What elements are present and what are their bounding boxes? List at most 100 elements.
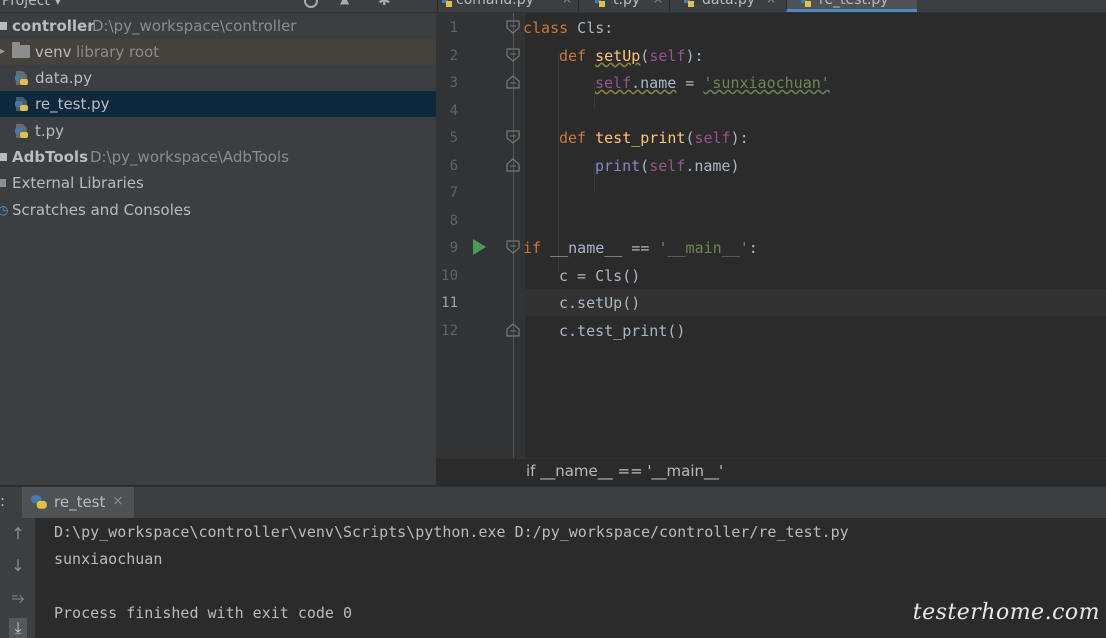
tab-comand[interactable]: comand.py × <box>437 0 578 12</box>
locate-icon[interactable] <box>304 0 318 8</box>
close-icon[interactable]: × <box>653 0 663 6</box>
breadcrumb[interactable]: if __name__ == '__main__' <box>436 458 1106 486</box>
code-line-3[interactable]: self.name = 'sunxiaochuan' <box>595 74 830 92</box>
code-text: : <box>748 239 758 257</box>
soft-wrap-icon[interactable]: ⥱ <box>9 588 27 608</box>
tree-item-label: External Libraries <box>12 174 144 192</box>
python-icon <box>31 495 47 509</box>
tree-item-controller[interactable]: controller D:\py_workspace\controller <box>0 13 436 39</box>
code-line-9[interactable]: if __name__ == '__main__': <box>523 239 758 257</box>
tree-item-external-libraries[interactable]: External Libraries <box>0 170 436 196</box>
module-icon <box>0 22 7 30</box>
fold-end-icon[interactable] <box>506 158 520 172</box>
code-text: Cls: <box>568 19 614 37</box>
scroll-to-end-icon[interactable]: ⤓ <box>9 618 27 638</box>
python-file-icon <box>801 0 811 7</box>
fold-end-icon[interactable] <box>506 323 520 337</box>
code-line-5[interactable]: def test_print(self): <box>559 129 749 147</box>
python-file-icon <box>442 0 452 7</box>
keyword: if <box>523 239 542 257</box>
tree-item-label: Scratches and Consoles <box>12 201 191 219</box>
tree-item-path: library root <box>76 43 160 61</box>
tab-label: re_test.py <box>819 0 889 8</box>
string-literal: 'sunxiaochuan' <box>703 74 830 92</box>
function-name: test_print <box>595 129 686 147</box>
code-line-2[interactable]: def setUp(self): <box>559 47 704 65</box>
run-tab-re-test[interactable]: re_test × <box>22 487 134 518</box>
fold-icon[interactable] <box>506 48 520 62</box>
code-line-6[interactable]: print(self.name) <box>595 157 740 175</box>
module-icon <box>0 153 7 161</box>
code-text: ): <box>685 47 704 65</box>
project-panel-title[interactable]: Project ▾ <box>2 0 61 9</box>
run-icon[interactable] <box>473 239 486 255</box>
close-icon[interactable]: × <box>112 493 124 509</box>
top-bar: Project ▾ ▲ ✱ comand.py × t.py × data.py… <box>0 0 1106 13</box>
fold-icon[interactable] <box>506 240 520 254</box>
keyword: def <box>559 129 587 147</box>
run-toolbar: ↑ ↓ ⥱ ⤓ <box>0 518 36 638</box>
close-icon[interactable]: × <box>766 0 776 6</box>
code-line-11[interactable]: c.setUp() <box>559 294 640 312</box>
fold-icon[interactable] <box>506 20 520 34</box>
expand-arrow-icon[interactable]: ▸ <box>0 39 5 65</box>
code-text: ): <box>730 129 749 147</box>
code-line-10[interactable]: c = Cls() <box>559 267 640 285</box>
tree-item-data-py[interactable]: data.py <box>0 65 436 91</box>
code-text: ( <box>640 157 650 175</box>
watermark: testerhome.com <box>912 600 1100 625</box>
code-line-1[interactable]: class Cls: <box>523 19 613 37</box>
self-keyword: self <box>595 74 632 92</box>
gear-icon[interactable]: ✱ <box>378 0 391 9</box>
breadcrumb-item[interactable]: if __name__ == '__main__' <box>526 462 723 480</box>
code-text: __name__ == <box>541 239 659 257</box>
line-number: 2 <box>449 48 458 64</box>
python-file-icon <box>684 0 694 7</box>
code-line-12[interactable]: c.test_print() <box>559 322 685 340</box>
tree-item-t-py[interactable]: t.py <box>0 118 436 144</box>
console-line: sunxiaochuan <box>54 550 163 568</box>
tree-item-re-test-py[interactable]: re_test.py <box>0 91 436 117</box>
keyword: def <box>559 47 587 65</box>
tree-item-label: AdbTools <box>12 148 89 166</box>
line-number: 7 <box>449 185 458 201</box>
tab-label: data.py <box>702 0 756 8</box>
tree-item-venv[interactable]: ▸ venv library root <box>0 39 436 65</box>
console-line: D:\py_workspace\controller\venv\Scripts\… <box>54 523 849 541</box>
fold-end-icon[interactable] <box>506 75 520 89</box>
up-arrow-icon[interactable]: ↑ <box>9 524 27 543</box>
line-number-current: 11 <box>441 295 458 311</box>
project-panel-header: Project ▾ ▲ ✱ <box>0 0 436 12</box>
tree-item-label: t.py <box>35 122 65 140</box>
fold-icon[interactable] <box>506 130 520 144</box>
library-icon <box>0 179 6 187</box>
tree-item-scratches[interactable]: ◷ Scratches and Consoles <box>0 197 436 223</box>
function-name: setUp <box>595 47 641 65</box>
python-file-icon <box>15 97 28 111</box>
self-keyword: self <box>649 47 686 65</box>
tab-data[interactable]: data.py × <box>669 0 786 12</box>
down-arrow-icon[interactable]: ↓ <box>9 556 27 575</box>
line-number: 6 <box>449 158 458 174</box>
line-number: 4 <box>449 103 458 119</box>
close-icon[interactable]: × <box>562 0 572 6</box>
code-editor[interactable]: 1 2 3 4 5 6 7 8 9 10 11 12 class Cls: de… <box>436 13 1106 458</box>
tree-item-label: data.py <box>35 69 92 87</box>
tab-t[interactable]: t.py × <box>578 0 669 12</box>
tab-label: t.py <box>613 0 641 8</box>
line-number: 5 <box>449 130 458 146</box>
run-panel-header: : re_test × <box>0 486 1106 519</box>
line-number: 12 <box>441 323 458 339</box>
collapse-icon[interactable]: ▲ <box>340 0 349 6</box>
tree-item-label: re_test.py <box>35 95 110 113</box>
self-keyword: self <box>694 129 731 147</box>
tab-re-test[interactable]: re_test.py <box>786 0 917 12</box>
tree-item-path: D:\py_workspace\controller <box>92 17 297 35</box>
keyword: class <box>523 19 569 37</box>
tree-item-label: controller <box>12 17 95 35</box>
project-tree: controller D:\py_workspace\controller ▸ … <box>0 13 436 485</box>
scratches-icon: ◷ <box>0 203 9 217</box>
python-file-icon <box>595 0 605 7</box>
tree-item-adbtools[interactable]: AdbTools D:\py_workspace\AdbTools <box>0 144 436 170</box>
code-text: .name) <box>685 157 740 175</box>
